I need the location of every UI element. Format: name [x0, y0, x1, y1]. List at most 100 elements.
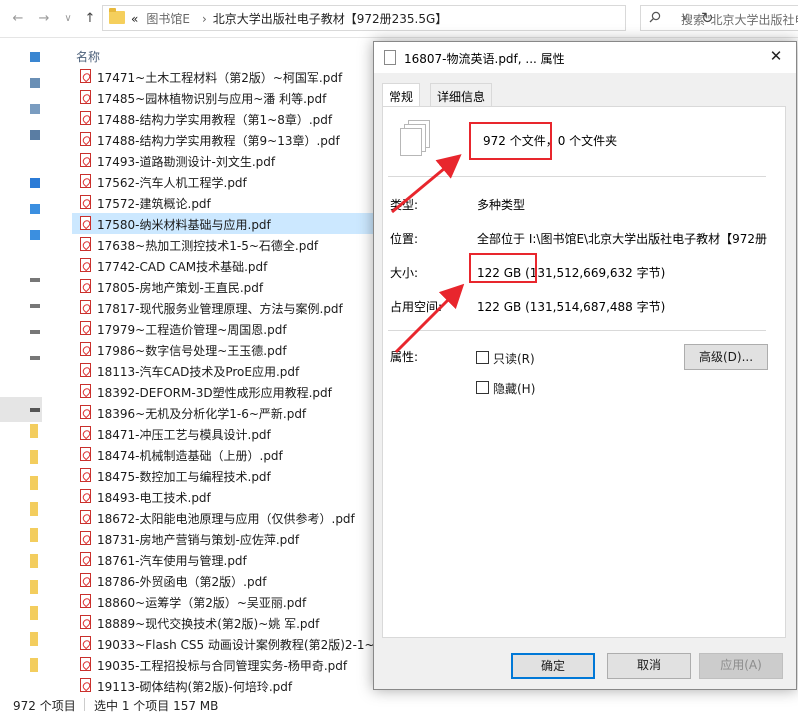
file-name: 19113-砌体结构(第2版)-何培玲.pdf [97, 680, 293, 694]
nav-item-icon[interactable] [30, 130, 40, 140]
file-row[interactable]: 18113-汽车CAD技术及ProE应用.pdf [72, 360, 392, 381]
advanced-button[interactable]: 高级(D)... [684, 344, 768, 370]
file-row[interactable]: 18493-电工技术.pdf [72, 486, 392, 507]
file-row[interactable]: 18761-汽车使用与管理.pdf [72, 549, 392, 570]
drive-icon[interactable] [30, 356, 40, 360]
recent-dropdown-icon[interactable]: ∨ [58, 9, 78, 29]
file-row[interactable]: 17979~工程造价管理~周国恩.pdf [72, 318, 392, 339]
breadcrumb-overflow[interactable]: « [131, 12, 138, 26]
folder-icon[interactable] [30, 554, 38, 568]
file-row[interactable]: 18786-外贸函电（第2版）.pdf [72, 570, 392, 591]
file-row[interactable]: 17986~数字信号处理~王玉德.pdf [72, 339, 392, 360]
column-header-name[interactable]: 名称 [76, 48, 100, 65]
type-label: 类型: [390, 198, 419, 212]
breadcrumb-item[interactable]: 图书馆E [146, 12, 190, 26]
file-row[interactable]: 18860~运筹学（第2版）~吴亚丽.pdf [72, 591, 392, 612]
tab-details[interactable]: 详细信息 [430, 83, 493, 106]
file-row[interactable]: 18396~无机及分析化学1-6~严新.pdf [72, 402, 392, 423]
file-row[interactable]: 18672-太阳能电池原理与应用（仅供参考）.pdf [72, 507, 392, 528]
file-row[interactable]: 17488-结构力学实用教程（第9~13章）.pdf [72, 129, 392, 150]
file-row[interactable]: 17817-现代服务业管理原理、方法与案例.pdf [72, 297, 392, 318]
apply-button[interactable]: 应用(A) [699, 653, 783, 679]
drive-icon[interactable] [30, 330, 40, 334]
size-label: 大小: [390, 266, 419, 280]
status-selection: 选中 1 个项目 157 MB [94, 699, 219, 713]
file-row[interactable]: 18475-数控加工与编程技术.pdf [72, 465, 392, 486]
nav-item-icon[interactable] [30, 204, 40, 214]
folder-icon[interactable] [30, 632, 38, 646]
file-row[interactable]: 19033~Flash CS5 动画设计案例教程(第2版)2-1~于 [72, 633, 392, 654]
pdf-icon [80, 237, 91, 251]
drive-icon[interactable] [30, 304, 40, 308]
search-input[interactable]: 搜索"北京大学出版社电 [640, 5, 798, 31]
dialog-titlebar[interactable]: 16807-物流英语.pdf, ... 属性 ✕ [374, 42, 796, 73]
drive-icon[interactable] [30, 408, 40, 412]
pdf-icon [80, 321, 91, 335]
file-name: 18731-房地产营销与策划-应佐萍.pdf [97, 533, 300, 547]
file-row[interactable]: 17493-道路勘测设计-刘文生.pdf [72, 150, 392, 171]
readonly-checkbox[interactable] [476, 351, 489, 364]
hidden-label[interactable]: 隐藏(H) [493, 380, 535, 397]
pdf-icon [80, 195, 91, 209]
nav-item-icon[interactable] [30, 104, 40, 114]
file-row[interactable]: 17638~热加工测控技术1-5~石德全.pdf [72, 234, 392, 255]
folder-icon[interactable] [30, 658, 38, 672]
pdf-icon [80, 69, 91, 83]
divider [388, 176, 766, 177]
pdf-icon [80, 174, 91, 188]
folder-icon[interactable] [30, 606, 38, 620]
up-icon[interactable]: ↑ [80, 9, 100, 29]
nav-item-icon[interactable] [30, 52, 40, 62]
readonly-label[interactable]: 只读(R) [493, 350, 535, 367]
file-row[interactable]: 17580-纳米材料基础与应用.pdf [72, 213, 392, 234]
file-row[interactable]: 18731-房地产营销与策划-应佐萍.pdf [72, 528, 392, 549]
file-row[interactable]: 18392-DEFORM-3D塑性成形应用教程.pdf [72, 381, 392, 402]
file-row[interactable]: 19113-砌体结构(第2版)-何培玲.pdf [72, 675, 392, 696]
navigation-pane [0, 38, 42, 692]
folder-icon[interactable] [30, 502, 38, 516]
file-row[interactable]: 18471-冲压工艺与模具设计.pdf [72, 423, 392, 444]
nav-item-icon[interactable] [30, 78, 40, 88]
status-bar: 972 个项目 选中 1 个项目 157 MB [0, 694, 798, 714]
file-row[interactable]: 19035-工程招投标与合同管理实务-杨甲奇.pdf [72, 654, 392, 675]
folder-icon[interactable] [30, 476, 38, 490]
location-label: 位置: [390, 232, 419, 246]
file-row[interactable]: 17572-建筑概论.pdf [72, 192, 392, 213]
folder-icon[interactable] [30, 450, 38, 464]
file-row[interactable]: 18474-机械制造基础（上册）.pdf [72, 444, 392, 465]
pdf-icon [80, 384, 91, 398]
tab-general[interactable]: 常规 [382, 83, 421, 107]
file-row[interactable]: 17488-结构力学实用教程（第1~8章）.pdf [72, 108, 392, 129]
file-row[interactable]: 17562-汽车人机工程学.pdf [72, 171, 392, 192]
file-row[interactable]: 18889~现代交换技术(第2版)~姚 军.pdf [72, 612, 392, 633]
cancel-button[interactable]: 取消 [607, 653, 691, 679]
folder-icon[interactable] [30, 424, 38, 438]
breadcrumb-item[interactable]: 北京大学出版社电子教材【972册235.5G】 [213, 12, 448, 26]
file-name: 18396~无机及分析化学1-6~严新.pdf [97, 407, 307, 421]
file-name: 17572-建筑概论.pdf [97, 197, 211, 211]
file-row[interactable]: 17742-CAD CAM技术基础.pdf [72, 255, 392, 276]
breadcrumb[interactable]: « 图书馆E › 北京大学出版社电子教材【972册235.5G】 [131, 10, 447, 27]
hidden-checkbox[interactable] [476, 381, 489, 394]
file-row[interactable]: 17805-房地产策划-王直民.pdf [72, 276, 392, 297]
file-name: 17986~数字信号处理~王玉德.pdf [97, 344, 287, 358]
folder-icon[interactable] [30, 528, 38, 542]
divider [388, 330, 766, 331]
close-icon[interactable]: ✕ [766, 47, 786, 65]
file-row[interactable]: 17485~园林植物识别与应用~潘 利等.pdf [72, 87, 392, 108]
nav-item-icon[interactable] [30, 178, 40, 188]
drive-icon[interactable] [30, 278, 40, 282]
location-value: 全部位于 I:\图书馆E\北京大学出版社电子教材【972册 [477, 232, 767, 246]
forward-icon[interactable]: → [34, 9, 54, 29]
annotation-box-size [469, 253, 537, 283]
type-value: 多种类型 [477, 198, 526, 212]
address-bar[interactable]: «图书馆E › 北京大学出版社电子教材【972册235.5G】 ∨ ↻ [102, 5, 714, 31]
nav-item-icon[interactable] [30, 230, 40, 240]
back-icon[interactable]: ← [8, 9, 28, 29]
pdf-icon [80, 468, 91, 482]
ok-button[interactable]: 确定 [511, 653, 595, 679]
folder-icon[interactable] [30, 580, 38, 594]
file-row[interactable]: 17471~土木工程材料（第2版）~柯国军.pdf [72, 66, 392, 87]
annotation-box-file-count [469, 122, 552, 160]
pdf-icon [80, 153, 91, 167]
